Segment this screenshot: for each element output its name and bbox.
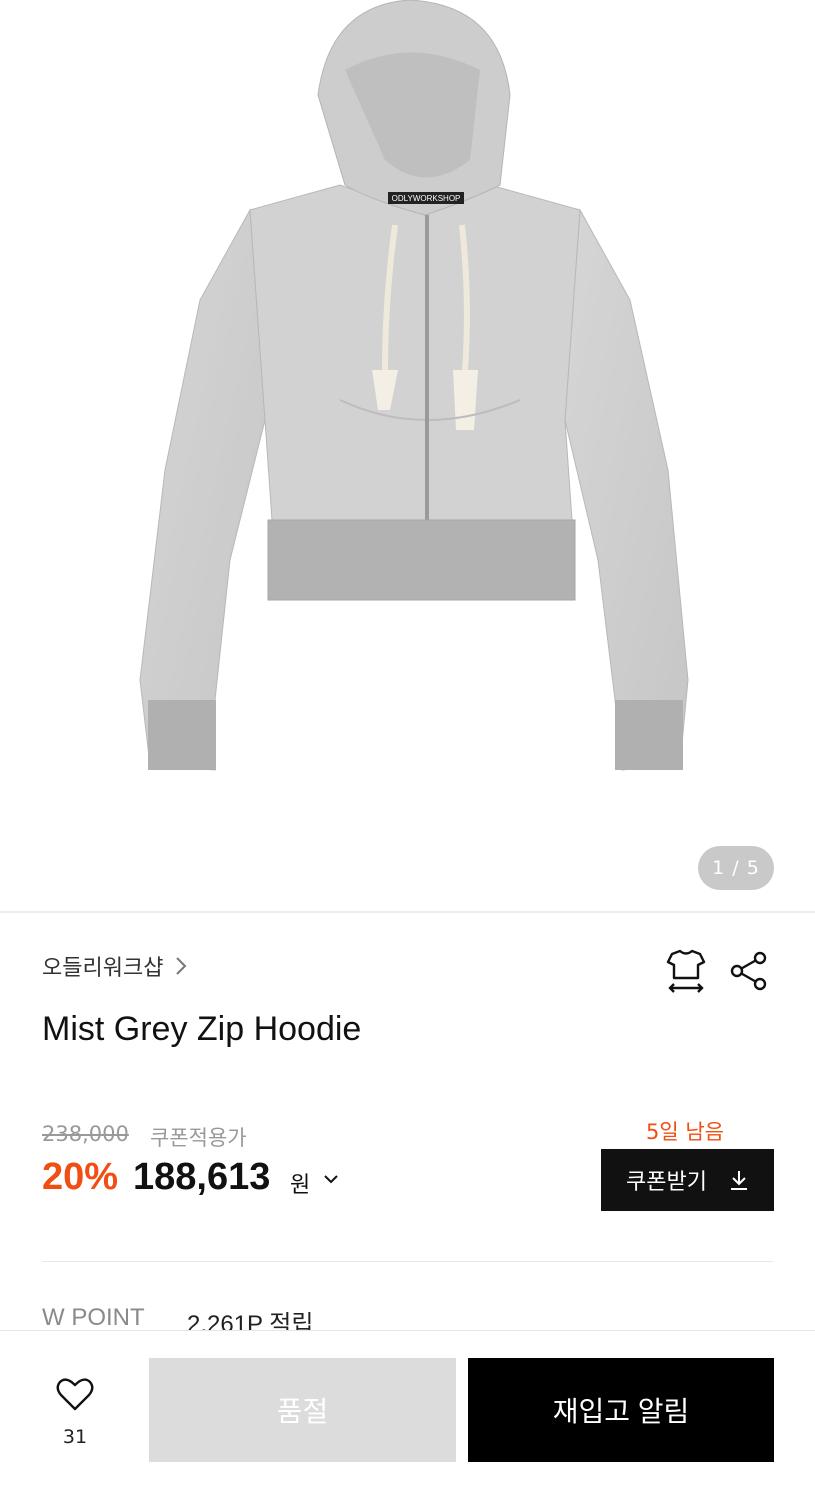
divider <box>0 911 815 913</box>
divider <box>42 1261 773 1262</box>
heart-icon <box>56 1378 94 1411</box>
wpoint-label: W POINT <box>42 1304 145 1331</box>
share-icon[interactable] <box>728 950 770 992</box>
like-button[interactable]: 31 <box>44 1376 106 1450</box>
brand-link[interactable]: 오들리워크샵 <box>42 950 189 982</box>
product-gallery[interactable]: ODLYWORKSHOP 1 / 5 <box>0 0 815 912</box>
soldout-button[interactable]: 품절 <box>149 1358 456 1462</box>
coupon-download-button[interactable]: 쿠폰받기 <box>601 1149 774 1211</box>
size-guide-icon[interactable] <box>664 948 708 994</box>
chevron-down-icon[interactable] <box>322 1172 340 1186</box>
coupon-price-label: 쿠폰적용가 <box>150 1126 247 1150</box>
original-price: 238,000 <box>42 1122 129 1146</box>
discount-rate: 20% <box>42 1156 119 1198</box>
coupon-days-left: 5일 남음 <box>646 1120 724 1144</box>
like-count: 31 <box>62 1426 88 1448</box>
download-icon <box>730 1171 747 1190</box>
currency-unit: 원 <box>290 1173 311 1198</box>
chevron-right-icon <box>176 957 187 975</box>
product-image[interactable]: ODLYWORKSHOP <box>0 0 815 912</box>
image-page-indicator: 1 / 5 <box>698 846 774 890</box>
brand-name: 오들리워크샵 <box>42 956 164 981</box>
restock-alert-button[interactable]: 재입고 알림 <box>468 1358 774 1462</box>
sale-price: 188,613 <box>133 1156 271 1198</box>
svg-text:ODLYWORKSHOP: ODLYWORKSHOP <box>392 194 461 203</box>
product-title: Mist Grey Zip Hoodie <box>42 1010 362 1048</box>
coupon-button-label: 쿠폰받기 <box>626 1169 707 1194</box>
